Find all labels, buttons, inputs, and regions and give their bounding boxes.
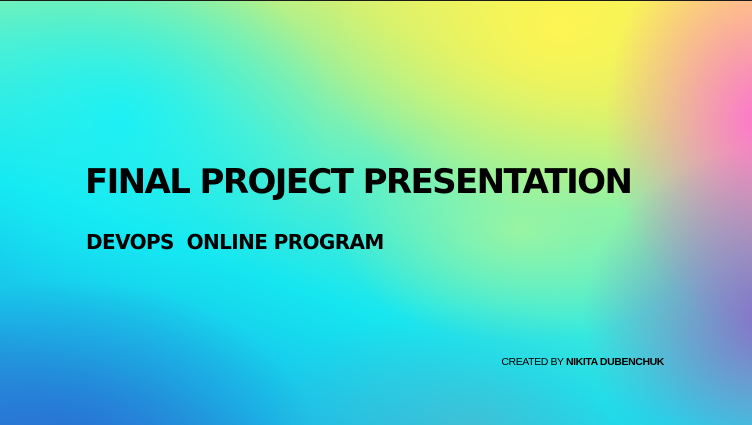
credit-prefix: CREATED BY bbox=[501, 356, 566, 368]
slide-subtitle: DEVOPS ONLINE PROGRAM bbox=[86, 230, 384, 254]
author-credit: CREATED BY NIKITA DUBENCHUK bbox=[501, 355, 664, 369]
slide-title: FINAL PROJECT PRESENTATION bbox=[85, 162, 633, 202]
top-border bbox=[0, 0, 752, 1]
presentation-slide: FINAL PROJECT PRESENTATION DEVOPS ONLINE… bbox=[0, 0, 752, 425]
author-name: NIKITA DUBENCHUK bbox=[565, 356, 664, 368]
